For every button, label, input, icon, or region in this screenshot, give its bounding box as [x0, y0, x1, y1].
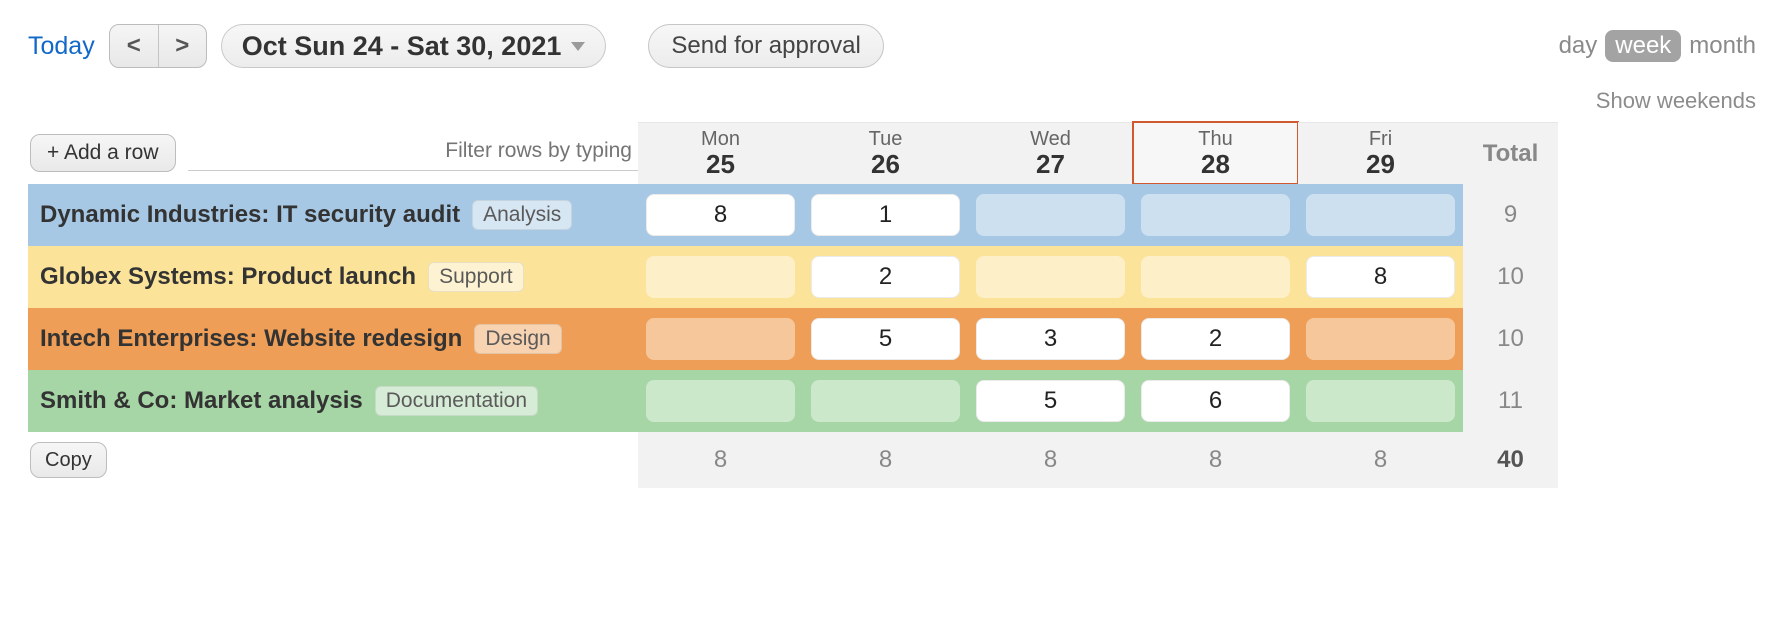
time-input[interactable] [646, 318, 795, 360]
project-name: Intech Enterprises: Website redesign [40, 325, 462, 353]
copy-button[interactable]: Copy [30, 442, 107, 478]
day-abbr: Thu [1198, 128, 1232, 151]
day-num: 28 [1201, 149, 1230, 180]
view-week[interactable]: week [1605, 30, 1681, 62]
day-num: 29 [1366, 149, 1395, 180]
row-total: 11 [1463, 370, 1558, 432]
row-total: 10 [1463, 246, 1558, 308]
send-for-approval-button[interactable]: Send for approval [648, 24, 883, 68]
date-range-picker[interactable]: Oct Sun 24 - Sat 30, 2021 [221, 24, 607, 68]
time-input[interactable]: 6 [1141, 380, 1290, 422]
view-day[interactable]: day [1559, 32, 1598, 60]
time-cell: 5 [803, 308, 968, 370]
time-cell [1298, 184, 1463, 246]
time-input[interactable]: 5 [976, 380, 1125, 422]
time-cell: 1 [803, 184, 968, 246]
time-cell [1298, 308, 1463, 370]
add-row-button[interactable]: + Add a row [30, 134, 176, 172]
time-cell [968, 246, 1133, 308]
grand-total: 40 [1463, 432, 1558, 488]
time-input[interactable]: 1 [811, 194, 960, 236]
time-cell [968, 184, 1133, 246]
toolbar: Today < > Oct Sun 24 - Sat 30, 2021 Send… [28, 24, 1756, 68]
column-total: 8 [968, 432, 1133, 488]
time-input[interactable] [976, 256, 1125, 298]
total-header: Total [1463, 122, 1558, 184]
row-label[interactable]: Smith & Co: Market analysis Documentation [28, 370, 638, 432]
date-range-text: Oct Sun 24 - Sat 30, 2021 [242, 31, 562, 62]
row-total: 9 [1463, 184, 1558, 246]
row-total: 10 [1463, 308, 1558, 370]
time-cell: 6 [1133, 370, 1298, 432]
day-abbr: Fri [1369, 128, 1392, 151]
activity-tag[interactable]: Documentation [375, 386, 538, 416]
time-cell: 8 [638, 184, 803, 246]
time-input[interactable] [1306, 318, 1455, 360]
time-input[interactable]: 2 [1141, 318, 1290, 360]
view-switch: day week month [1559, 30, 1756, 62]
time-input[interactable] [1306, 380, 1455, 422]
time-cell [1133, 246, 1298, 308]
time-input[interactable]: 8 [1306, 256, 1455, 298]
next-button[interactable]: > [158, 25, 206, 67]
column-total: 8 [638, 432, 803, 488]
day-abbr: Tue [869, 128, 903, 151]
footer-controls: Copy [28, 432, 638, 488]
time-cell [1298, 370, 1463, 432]
row-label[interactable]: Globex Systems: Product launch Support [28, 246, 638, 308]
time-input[interactable] [976, 194, 1125, 236]
time-input[interactable]: 8 [646, 194, 795, 236]
time-input[interactable] [811, 380, 960, 422]
filter-input[interactable] [188, 135, 639, 171]
prev-button[interactable]: < [110, 25, 158, 67]
time-cell: 8 [1298, 246, 1463, 308]
time-input[interactable] [646, 380, 795, 422]
row-controls: + Add a row [28, 122, 638, 184]
row-label[interactable]: Dynamic Industries: IT security audit Ana… [28, 184, 638, 246]
time-cell: 5 [968, 370, 1133, 432]
day-num: 27 [1036, 149, 1065, 180]
time-input[interactable] [646, 256, 795, 298]
timesheet-grid: + Add a row Mon25Tue26Wed27Thu28Fri29Tot… [28, 122, 1756, 488]
day-header[interactable]: Fri29 [1298, 122, 1463, 184]
day-abbr: Mon [701, 128, 740, 151]
time-input[interactable]: 5 [811, 318, 960, 360]
day-abbr: Wed [1030, 128, 1071, 151]
today-link[interactable]: Today [28, 32, 95, 61]
day-header[interactable]: Wed27 [968, 122, 1133, 184]
time-cell [638, 308, 803, 370]
row-label[interactable]: Intech Enterprises: Website redesign Desi… [28, 308, 638, 370]
day-num: 26 [871, 149, 900, 180]
view-month[interactable]: month [1689, 32, 1756, 60]
time-input[interactable]: 2 [811, 256, 960, 298]
day-header[interactable]: Thu28 [1133, 122, 1298, 184]
time-input[interactable] [1306, 194, 1455, 236]
time-cell: 2 [1133, 308, 1298, 370]
activity-tag[interactable]: Support [428, 262, 524, 292]
time-cell [638, 370, 803, 432]
activity-tag[interactable]: Analysis [472, 200, 572, 230]
project-name: Smith & Co: Market analysis [40, 387, 363, 415]
day-num: 25 [706, 149, 735, 180]
time-input[interactable] [1141, 256, 1290, 298]
time-cell [638, 246, 803, 308]
time-cell: 2 [803, 246, 968, 308]
project-name: Dynamic Industries: IT security audit [40, 201, 460, 229]
day-header[interactable]: Tue26 [803, 122, 968, 184]
column-total: 8 [1133, 432, 1298, 488]
timesheet-app: Today < > Oct Sun 24 - Sat 30, 2021 Send… [0, 0, 1784, 516]
time-cell [803, 370, 968, 432]
activity-tag[interactable]: Design [474, 324, 561, 354]
caret-down-icon [571, 42, 585, 51]
date-nav-group: < > [109, 24, 207, 68]
column-total: 8 [1298, 432, 1463, 488]
time-cell: 3 [968, 308, 1133, 370]
time-input[interactable]: 3 [976, 318, 1125, 360]
column-total: 8 [803, 432, 968, 488]
project-name: Globex Systems: Product launch [40, 263, 416, 291]
show-weekends-toggle[interactable]: Show weekends [28, 88, 1756, 114]
day-header[interactable]: Mon25 [638, 122, 803, 184]
time-cell [1133, 184, 1298, 246]
time-input[interactable] [1141, 194, 1290, 236]
